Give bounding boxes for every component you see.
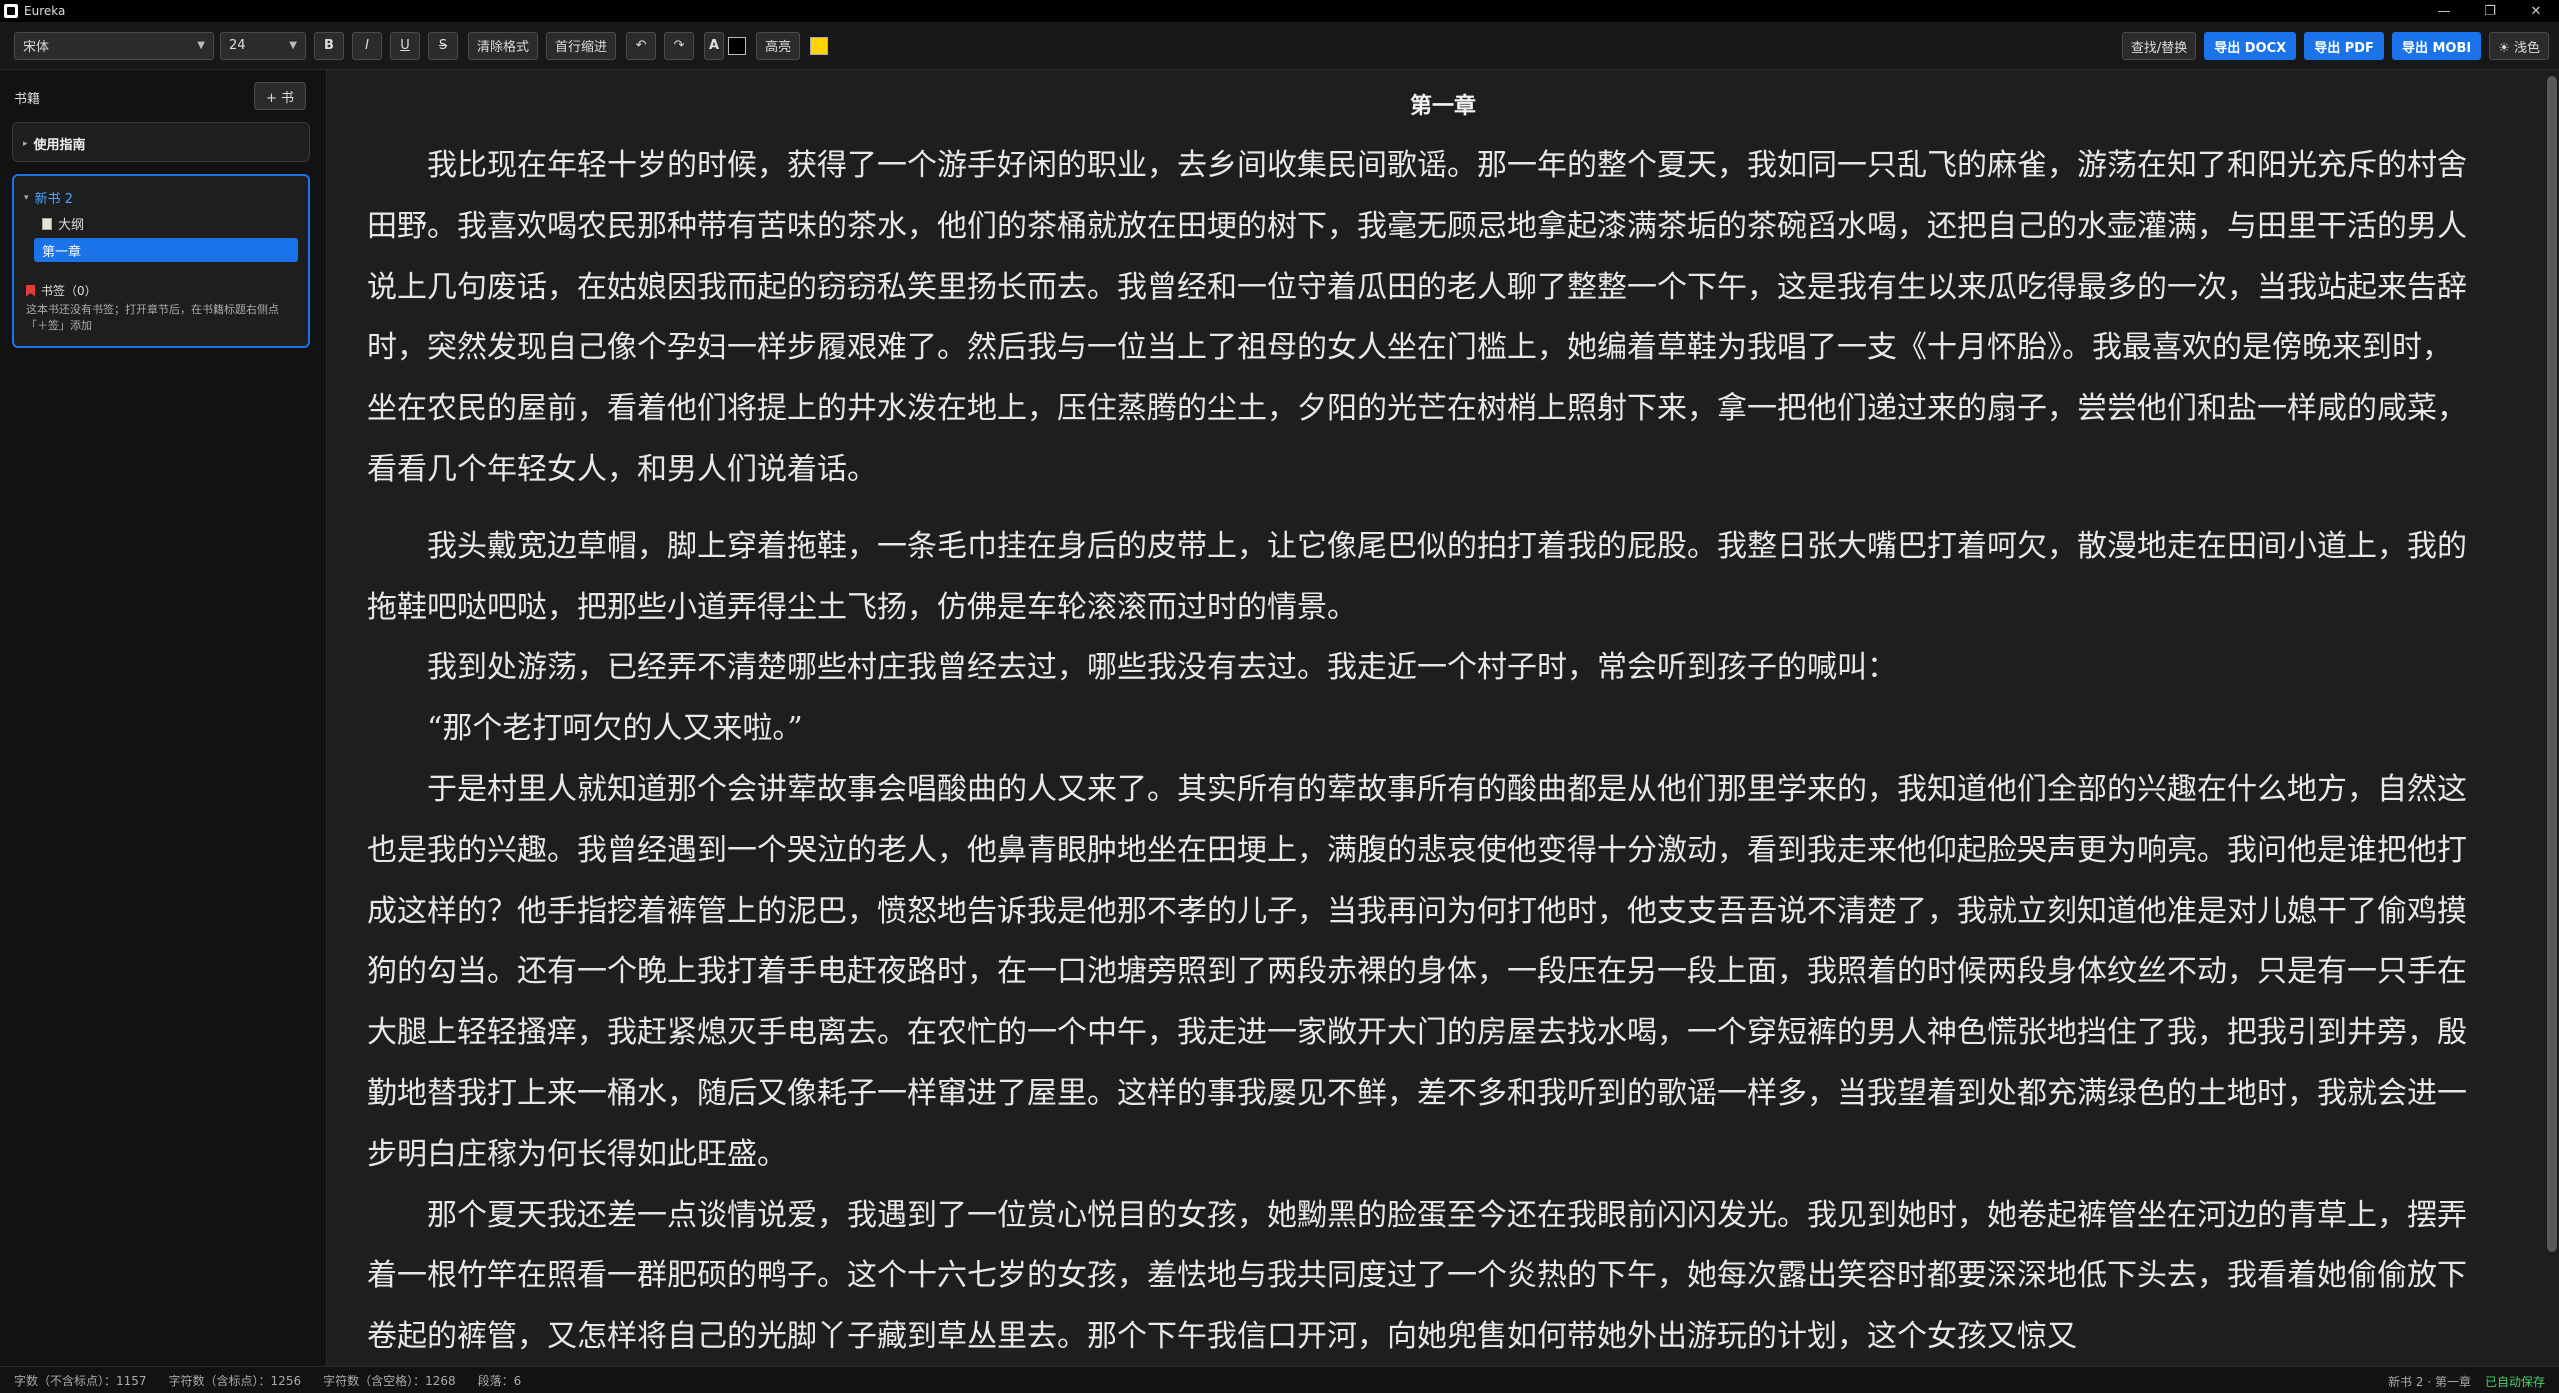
export-mobi-button[interactable]: 导出 MOBI	[2391, 32, 2482, 60]
chevron-down-icon: ▼	[289, 40, 297, 51]
bookmarks-hint: 这本书还没有书签；打开章节后，在书籍标题右侧点「＋签」添加	[26, 303, 279, 332]
font-color-swatch[interactable]	[728, 36, 747, 55]
bookmarks-label: 书签（0）	[41, 284, 97, 298]
add-book-button[interactable]: + 书	[254, 82, 306, 110]
paragraph[interactable]: 我头戴宽边草帽，脚上穿着拖鞋，一条毛巾挂在身后的皮带上，让它像尾巴似的拍打着我的…	[367, 517, 2475, 639]
app-icon	[4, 4, 18, 18]
minimize-icon[interactable]: —	[2421, 0, 2467, 22]
paragraph[interactable]: 于是村里人就知道那个会讲荤故事会唱酸曲的人又来了。其实所有的荤故事所有的酸曲都是…	[367, 760, 2475, 1186]
sidebar-item-guide[interactable]: ▸ 使用指南	[12, 122, 310, 162]
bookmarks-header: 书签（0）	[26, 282, 97, 299]
editor-scrollbar[interactable]	[2547, 76, 2557, 1252]
chapter-title[interactable]: 第一章	[327, 88, 2559, 120]
sidebar-item-chapter-1[interactable]: 第一章	[34, 238, 298, 262]
book-title-row[interactable]: ▾ 新书 2	[24, 188, 73, 207]
paragraph[interactable]: 我到处游荡，已经弄不清楚哪些村庄我曾经去过，哪些我没有去过。我走近一个村子时，常…	[367, 638, 2475, 699]
title-bar: Eureka — ❐ ✕	[0, 0, 2559, 22]
sidebar-book-card: ▾ 新书 2 大纲 第一章 书签（0） 这本书还没有书签；打开章节后，在书籍标题…	[12, 174, 310, 348]
clear-format-button[interactable]: 清除格式	[468, 31, 539, 60]
highlight-button[interactable]: 高亮	[756, 31, 801, 60]
undo-button[interactable]: ↶	[626, 31, 657, 60]
toolbar-right-group: 查找/替换 导出 DOCX 导出 PDF 导出 MOBI ☀ 浅色	[2114, 32, 2549, 60]
font-color-button[interactable]: A	[704, 31, 725, 60]
document-icon	[42, 217, 52, 230]
paragraph[interactable]: “那个老打呵欠的人又来啦。”	[367, 699, 2475, 760]
char-count-with-punct: 字符数（含标点）：1256	[168, 1373, 302, 1388]
highlight-color-swatch[interactable]	[810, 36, 829, 55]
chevron-down-icon: ▾	[24, 192, 29, 203]
first-line-indent-button[interactable]: 首行缩进	[546, 31, 617, 60]
editor-area[interactable]: 第一章 我比现在年轻十岁的时候，获得了一个游手好闲的职业，去乡间收集民间歌谣。那…	[327, 70, 2559, 1366]
close-icon[interactable]: ✕	[2513, 0, 2559, 22]
font-family-select[interactable]: 宋体 ▼	[14, 31, 214, 60]
char-count-no-punct: 字数（不含标点）：1157	[14, 1373, 147, 1388]
export-pdf-button[interactable]: 导出 PDF	[2304, 32, 2384, 60]
status-right: 新书 2 · 第一章 已自动保存	[2388, 1373, 2545, 1390]
window-title: Eureka	[24, 4, 66, 18]
font-size-value: 24	[229, 38, 246, 53]
bookmark-icon	[26, 284, 35, 297]
font-size-select[interactable]: 24 ▼	[220, 31, 306, 60]
window-controls: — ❐ ✕	[2421, 0, 2559, 22]
font-family-value: 宋体	[23, 40, 50, 55]
export-docx-button[interactable]: 导出 DOCX	[2204, 32, 2297, 60]
char-count-with-space: 字符数（含空格）：1268	[323, 1373, 456, 1388]
theme-toggle-button[interactable]: ☀ 浅色	[2489, 32, 2549, 60]
editor-content[interactable]: 我比现在年轻十岁的时候，获得了一个游手好闲的职业，去乡间收集民间歌谣。那一年的整…	[367, 136, 2475, 1366]
book-sidebar: 书籍 + 书 ▸ 使用指南 ▾ 新书 2 大纲 第一章 书签（0） 这本书还没有…	[0, 70, 327, 1366]
underline-button[interactable]: U	[390, 31, 420, 60]
paragraph-count: 段落：6	[477, 1373, 522, 1388]
book-title: 新书 2	[34, 192, 73, 207]
find-replace-button[interactable]: 查找/替换	[2121, 32, 2197, 60]
restore-icon[interactable]: ❐	[2467, 0, 2513, 22]
save-status: 已自动保存	[2484, 1375, 2545, 1389]
editor-toolbar: 宋体 ▼ 24 ▼ B I U S 清除格式 首行缩进 ↶ ↷ A 高亮 查找/…	[0, 22, 2559, 70]
paragraph[interactable]: 那个夏天我还差一点谈情说爱，我遇到了一位赏心悦目的女孩，她黝黑的脸蛋至今还在我眼…	[367, 1186, 2475, 1366]
sidebar-title: 书籍	[14, 92, 41, 107]
paragraph[interactable]: 我比现在年轻十岁的时候，获得了一个游手好闲的职业，去乡间收集民间歌谣。那一年的整…	[367, 136, 2475, 501]
strikethrough-button[interactable]: S	[428, 31, 458, 60]
sidebar-item-outline[interactable]: 大纲	[42, 214, 84, 233]
guide-label: 使用指南	[33, 138, 86, 153]
italic-button[interactable]: I	[352, 31, 382, 60]
chevron-down-icon: ▼	[197, 40, 205, 51]
bold-button[interactable]: B	[314, 31, 344, 60]
status-bar: 字数（不含标点）：1157 字符数（含标点）：1256 字符数（含空格）：126…	[0, 1366, 2559, 1393]
current-location: 新书 2 · 第一章	[2388, 1375, 2471, 1389]
outline-label: 大纲	[58, 218, 85, 233]
chevron-right-icon: ▸	[23, 138, 28, 149]
guide-row: ▸ 使用指南	[23, 134, 86, 153]
redo-button[interactable]: ↷	[664, 31, 695, 60]
